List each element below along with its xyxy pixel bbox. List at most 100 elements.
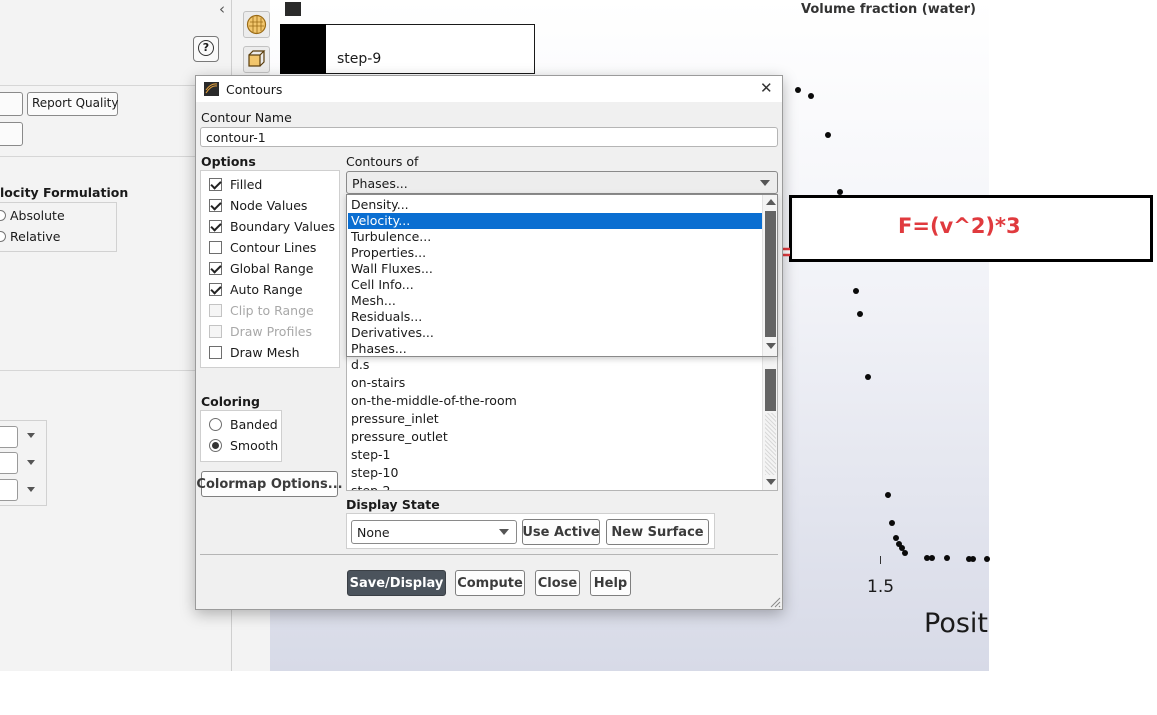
checkbox-box [209, 324, 222, 338]
surface-item[interactable]: d.s [351, 357, 369, 373]
dropdown-item[interactable]: Turbulence... [351, 229, 431, 245]
checkbox-label: Draw Profiles [230, 323, 313, 339]
chevron-down-icon[interactable] [760, 180, 770, 186]
combo-1[interactable] [0, 426, 18, 448]
checkbox-box [209, 303, 222, 317]
display-state-value: None [357, 525, 390, 540]
collapse-left-icon[interactable]: ‹ [219, 0, 225, 18]
checkbox-box[interactable] [209, 261, 222, 275]
dropdown-scrollbar[interactable] [762, 195, 777, 356]
combo-3[interactable] [0, 479, 18, 501]
plot-point [825, 132, 831, 138]
radio-circle[interactable] [209, 417, 222, 431]
dropdown-item[interactable]: Density... [351, 197, 409, 213]
help-button[interactable]: ? [193, 36, 219, 62]
coloring-title: Coloring [201, 394, 260, 409]
plot-point [808, 93, 814, 99]
dropdown-item[interactable]: Derivatives... [351, 325, 434, 341]
plot-point [929, 555, 935, 561]
global-range-checkbox[interactable]: Global Range [209, 259, 313, 277]
checkbox-box[interactable] [209, 240, 222, 254]
boundary-values-checkbox[interactable]: Boundary Values [209, 217, 335, 235]
colormap-options-button[interactable]: Colormap Options... [196, 471, 343, 497]
dropdown-item-selected[interactable]: Velocity... [351, 213, 410, 229]
surface-item[interactable]: step-2 [351, 483, 391, 490]
surface-item[interactable]: on-the-middle-of-the-room [351, 393, 517, 409]
contours-of-dropdown[interactable]: Density... Velocity... Turbulence... Pro… [346, 194, 778, 357]
combo-2[interactable] [0, 452, 18, 474]
dropdown-item[interactable]: Residuals... [351, 309, 422, 325]
contour-name-input[interactable]: contour-1 [200, 127, 778, 147]
checkbox-box[interactable] [209, 177, 222, 191]
checkbox-box[interactable] [209, 198, 222, 212]
checkbox-box[interactable] [209, 282, 222, 296]
banded-radio[interactable]: Banded [209, 415, 278, 433]
scroll-down-icon[interactable] [766, 479, 776, 485]
node-values-checkbox[interactable]: Node Values [209, 196, 307, 214]
radio-circle[interactable] [209, 438, 222, 452]
surface-item[interactable]: step-10 [351, 465, 398, 481]
checkbox-box[interactable] [209, 219, 222, 233]
contours-dialog: Contours ✕ Contour Name contour-1 Option… [195, 75, 783, 610]
contour-name-label: Contour Name [201, 110, 292, 125]
auto-range-checkbox[interactable]: Auto Range [209, 280, 303, 298]
contours-of-label: Contours of [346, 154, 419, 169]
dialog-titlebar[interactable] [196, 76, 782, 102]
chevron-down-icon[interactable] [499, 529, 509, 535]
plot-point [970, 556, 976, 562]
plot-point [984, 556, 990, 562]
checkbox-label: Auto Range [230, 281, 303, 297]
x-tick-mark [880, 556, 881, 564]
options-title: Options [201, 154, 256, 169]
surfaces-list[interactable]: d.s on-stairs on-the-middle-of-the-room … [346, 354, 778, 491]
dropdown-item[interactable]: Phases... [351, 341, 407, 357]
checkbox-label: Global Range [230, 260, 314, 276]
dropdown-item[interactable]: Wall Fluxes... [351, 261, 433, 277]
display-state-select[interactable]: None [351, 520, 517, 544]
velocity-formulation-title: locity Formulation [0, 185, 129, 200]
resize-grip-icon[interactable] [770, 597, 781, 608]
radio-label: Smooth [230, 437, 279, 453]
annotation-box: F=(v^2)*3 [789, 195, 1153, 262]
plot-title: Volume fraction (water) [801, 2, 976, 17]
contours-of-value: Phases... [352, 176, 408, 191]
dropdown-item[interactable]: Mesh... [351, 293, 396, 309]
scroll-down-icon[interactable] [766, 343, 776, 349]
new-surface-button[interactable]: New Surface [606, 519, 709, 545]
checkbox-box[interactable] [209, 345, 222, 359]
scroll-up-icon[interactable] [766, 199, 776, 205]
close-button[interactable]: Close [535, 570, 580, 596]
use-active-button[interactable]: Use Active [522, 519, 600, 545]
dropdown-item[interactable]: Properties... [351, 245, 426, 261]
mesh-display-button[interactable] [243, 11, 270, 38]
chevron-down-icon[interactable] [27, 433, 35, 438]
surface-item[interactable]: step-1 [351, 447, 391, 463]
dropdown-item[interactable]: Cell Info... [351, 277, 414, 293]
help-button[interactable]: Help [590, 570, 631, 596]
report-quality-button[interactable]: Report Quality [27, 92, 118, 116]
surface-item[interactable]: pressure_outlet [351, 429, 448, 445]
close-icon[interactable]: ✕ [760, 79, 773, 97]
checkbox-label: Clip to Range [230, 302, 314, 318]
draw-mesh-checkbox[interactable]: Draw Mesh [209, 343, 300, 361]
surface-item[interactable]: on-stairs [351, 375, 405, 391]
contours-of-select[interactable]: Phases... [346, 171, 778, 194]
chevron-down-icon[interactable] [27, 487, 35, 492]
compute-button[interactable]: Compute [455, 570, 525, 596]
scrollbar-track [765, 413, 776, 475]
box-view-button[interactable] [243, 46, 270, 73]
checkbox-label: Node Values [230, 197, 308, 213]
filled-checkbox[interactable]: Filled [209, 175, 262, 193]
unknown-button-2[interactable] [0, 122, 23, 146]
contour-lines-checkbox[interactable]: Contour Lines [209, 238, 316, 256]
checkbox-label: Contour Lines [230, 239, 317, 255]
surfaces-scrollbar[interactable] [762, 355, 777, 490]
chevron-down-icon[interactable] [27, 460, 35, 465]
scrollbar-thumb[interactable] [765, 211, 776, 337]
contours-icon [204, 82, 219, 96]
save-display-button[interactable]: Save/Display [347, 570, 446, 596]
unknown-button[interactable] [0, 92, 23, 116]
smooth-radio[interactable]: Smooth [209, 436, 278, 454]
scrollbar-thumb[interactable] [765, 369, 776, 411]
surface-item[interactable]: pressure_inlet [351, 411, 439, 427]
